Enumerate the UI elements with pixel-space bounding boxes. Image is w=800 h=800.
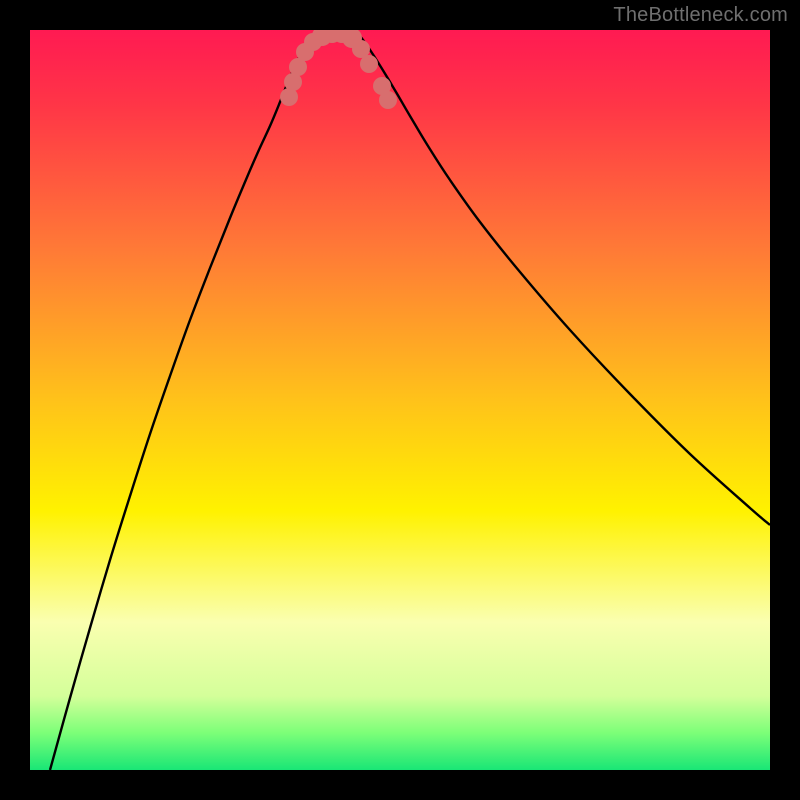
valley-marker: [379, 91, 397, 109]
chart-frame: TheBottleneck.com: [0, 0, 800, 800]
plot-area: [30, 30, 770, 770]
gradient-background: [30, 30, 770, 770]
chart-svg: [30, 30, 770, 770]
valley-marker: [360, 55, 378, 73]
watermark-text: TheBottleneck.com: [613, 4, 788, 27]
